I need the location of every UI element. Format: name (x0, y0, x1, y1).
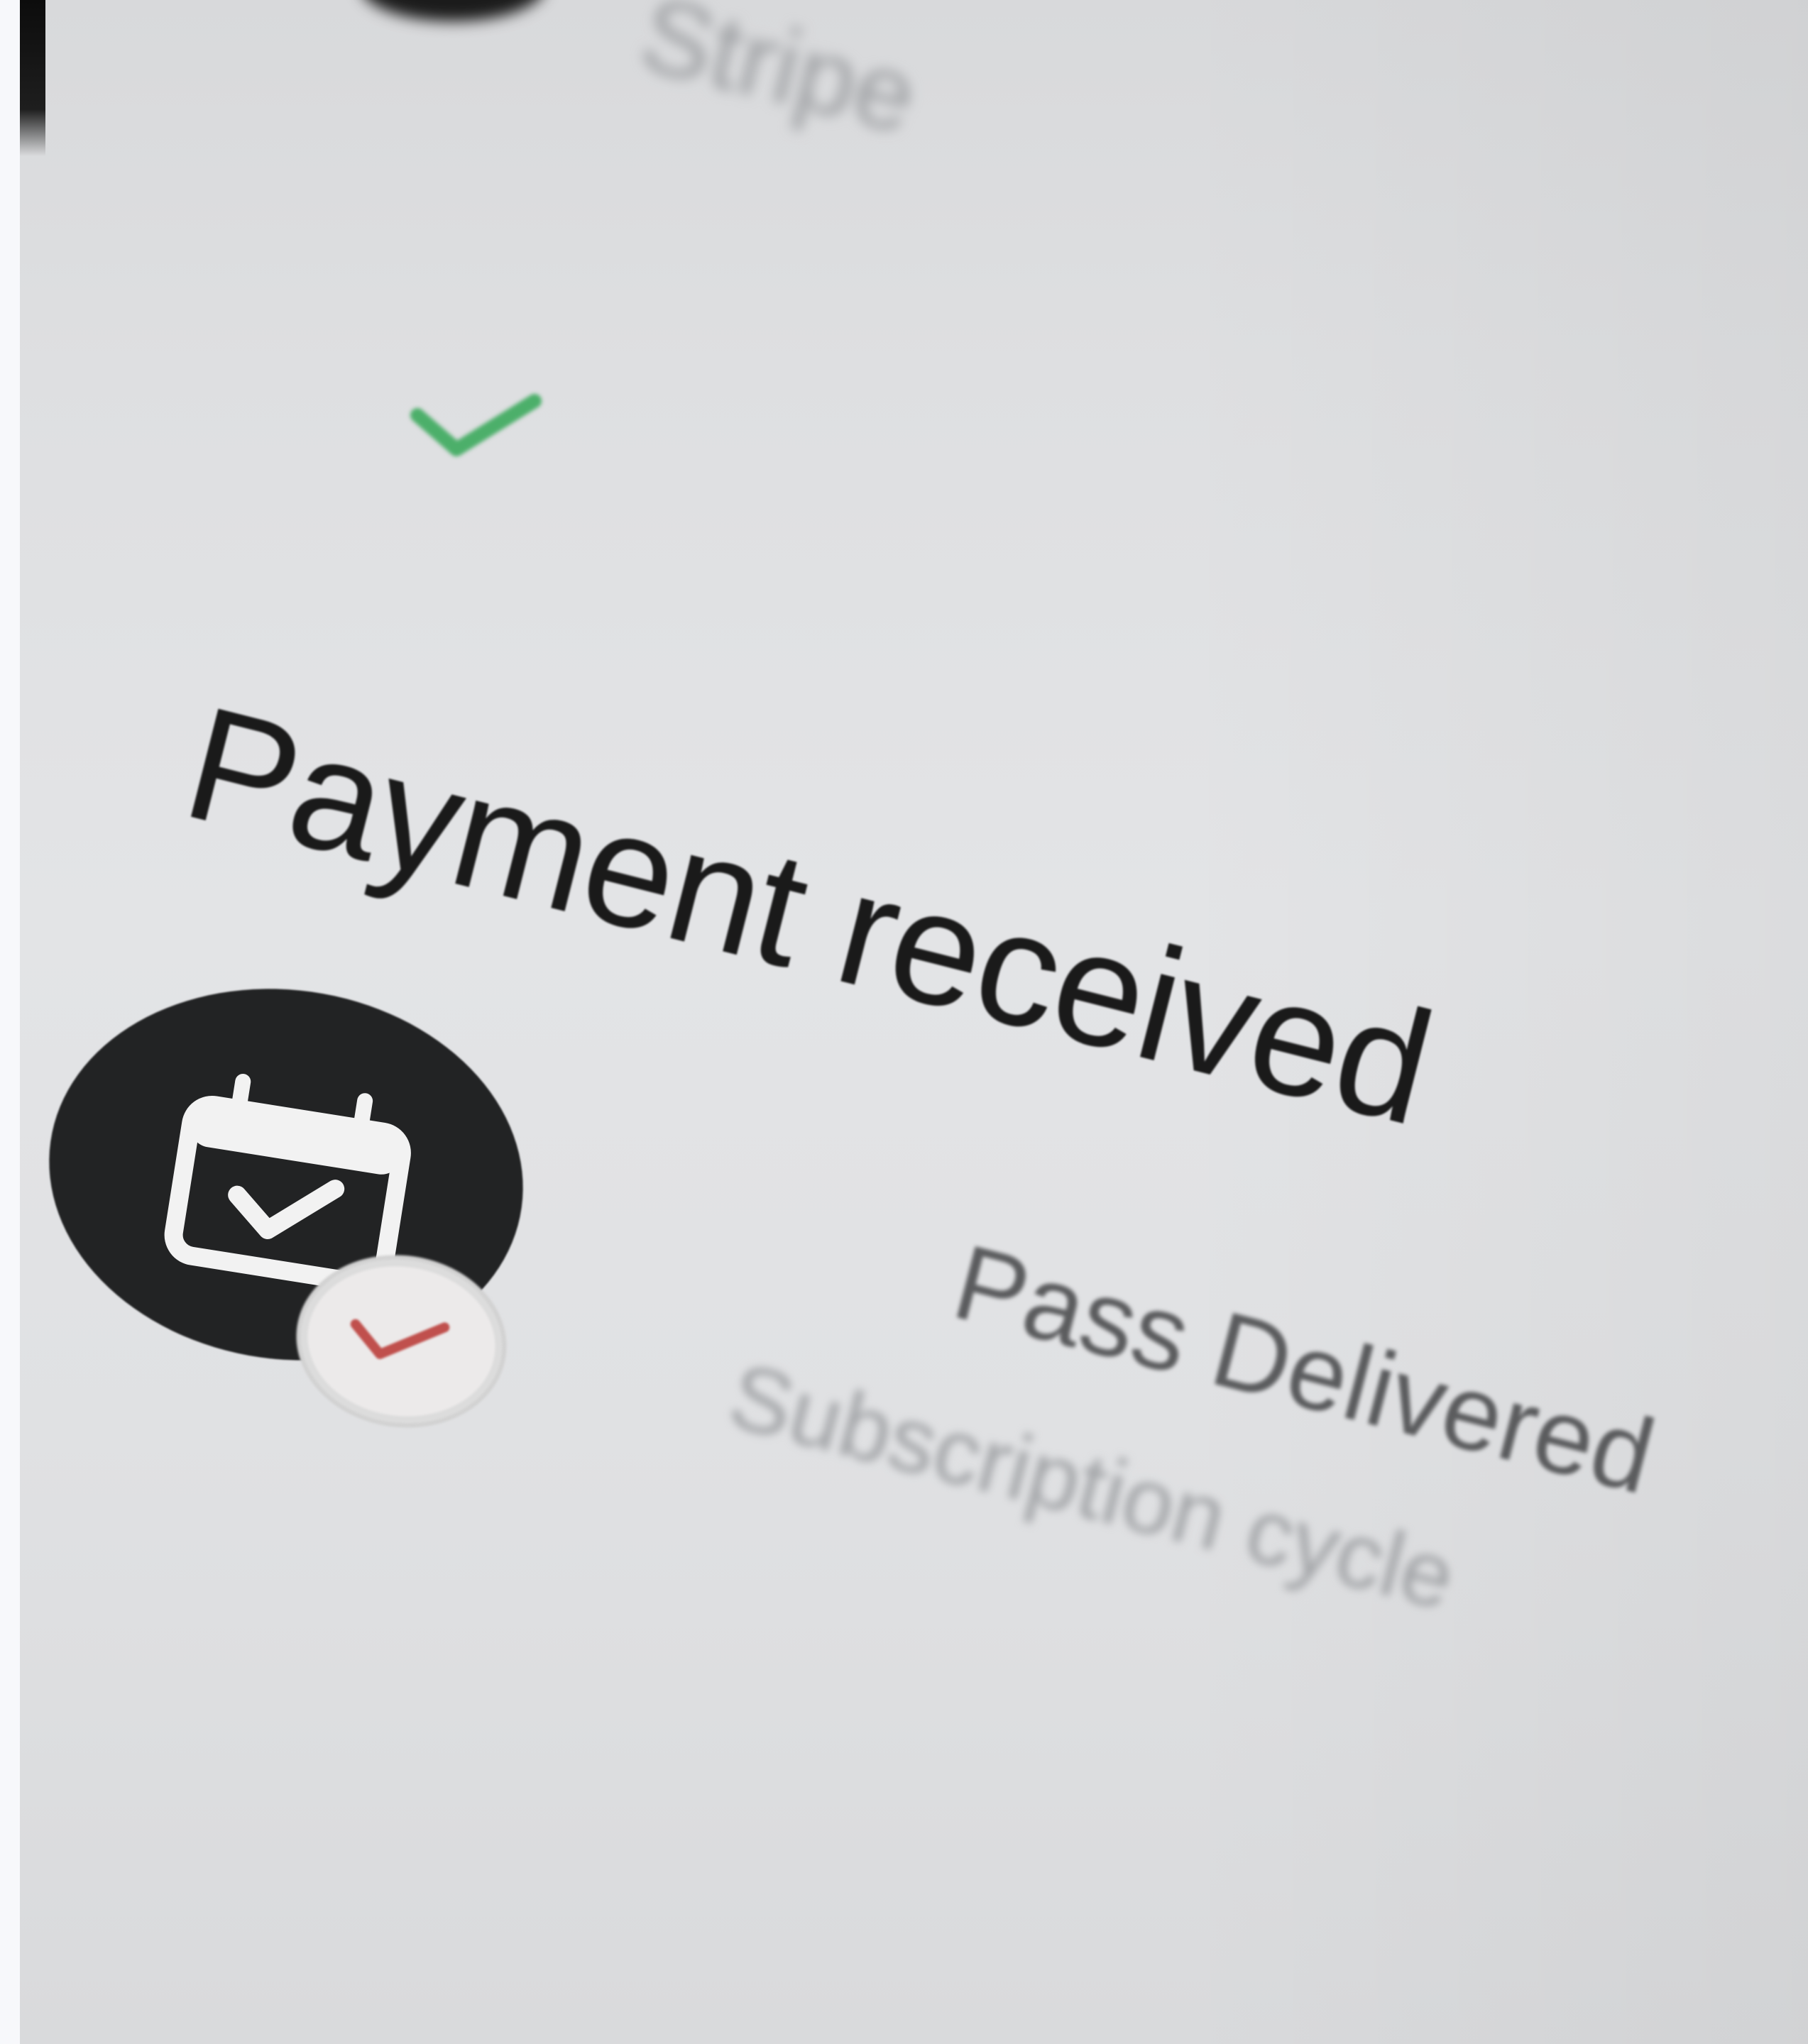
merchant-name: Stripe (629, 0, 928, 156)
check-icon (350, 1319, 450, 1359)
phone-bezel (20, 0, 45, 156)
phone-screen: Stripe Payment received Pass Delivered S… (20, 0, 1808, 2044)
event-icon-group (25, 958, 547, 1436)
merchant-avatar (361, 0, 545, 21)
page-margin (0, 0, 20, 2044)
check-icon (410, 394, 542, 456)
